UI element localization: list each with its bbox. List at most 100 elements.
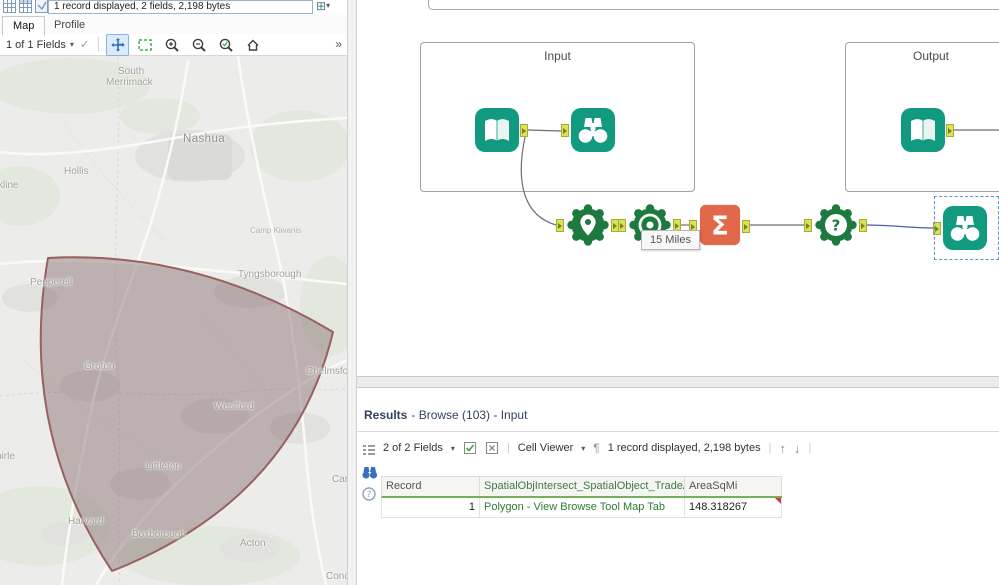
offscreen-container-edge	[428, 0, 999, 10]
zoom-selection-icon	[219, 38, 233, 52]
results-record-info: 1 record displayed, 2,198 bytes	[607, 442, 761, 454]
config-list-icon[interactable]	[361, 442, 377, 458]
apply-check-icon[interactable]: ✓	[80, 38, 89, 51]
browse-tab-bar: Map Profile	[0, 15, 347, 36]
select-marquee-button[interactable]	[133, 34, 156, 56]
tool-output-data[interactable]	[900, 107, 946, 153]
tool-container-input[interactable]: Input	[420, 42, 695, 192]
check-square-icon	[463, 442, 476, 454]
results-fields-dropdown[interactable]: 2 of 2 Fields	[383, 442, 443, 454]
whitespace-toggle-icon[interactable]: ¶	[593, 441, 599, 455]
spatial-pin-icon	[567, 204, 609, 246]
map-toolbar: 1 of 1 Fields ▾ ✓ »	[0, 33, 347, 56]
results-title: Results - Browse (103) - Input	[364, 408, 527, 422]
chevron-down-icon[interactable]: ▾	[451, 444, 455, 453]
input-anchor[interactable]	[804, 219, 812, 232]
output-anchor[interactable]	[742, 220, 750, 233]
table-copy-icon[interactable]	[19, 0, 33, 13]
tool-selection-outline	[934, 196, 999, 260]
zoom-selection-button[interactable]	[214, 34, 237, 56]
toolbar-separator: |	[506, 442, 510, 454]
browse-map-panel: 1 record displayed, 2 fields, 2,198 byte…	[0, 0, 347, 585]
workflow-canvas[interactable]: Input Output Σ ? 15 Miles	[357, 0, 999, 376]
svg-text:?: ?	[367, 490, 372, 500]
deselect-fields-button[interactable]	[485, 441, 499, 455]
browse-binoculars-icon	[571, 108, 615, 152]
svg-text:?: ?	[832, 217, 841, 235]
vertical-splitter[interactable]	[347, 0, 357, 585]
zoom-home-button[interactable]	[241, 34, 264, 56]
table-save-icon[interactable]	[35, 0, 49, 13]
alteryx-designer-window: 1 record displayed, 2 fields, 2,198 byte…	[0, 0, 999, 585]
map-canvas	[0, 56, 347, 585]
browse-anchor-icon[interactable]	[361, 464, 378, 480]
help-circle-icon[interactable]: ?	[361, 486, 377, 502]
chevron-down-icon[interactable]: ▾	[70, 40, 74, 49]
toolbar-separator	[98, 37, 100, 52]
spatial-question-icon: ?	[815, 204, 857, 246]
input-anchor[interactable]	[618, 219, 626, 232]
column-header-record[interactable]: Record	[382, 477, 480, 496]
container-label: Input	[544, 49, 571, 63]
toolbar-overflow-button[interactable]: »	[335, 37, 342, 51]
tool-spatial-process[interactable]: ?	[813, 202, 859, 248]
browse-mini-toolbar: 1 record displayed, 2 fields, 2,198 byte…	[0, 0, 347, 15]
cell-record[interactable]: 1	[382, 498, 480, 517]
horizontal-splitter[interactable]	[357, 376, 999, 388]
fields-dropdown[interactable]: 1 of 1 Fields	[6, 39, 66, 51]
zoom-out-button[interactable]	[187, 34, 210, 56]
output-anchor[interactable]	[859, 219, 867, 232]
cell-area[interactable]: 148.318267	[685, 498, 782, 517]
chevron-down-icon[interactable]: ▾	[581, 444, 585, 453]
container-label: Output	[912, 49, 950, 63]
input-data-book-icon	[475, 108, 519, 152]
table-row: 1 Polygon - View Browse Tool Map Tab 148…	[381, 498, 782, 518]
home-icon	[247, 39, 259, 51]
results-divider	[357, 431, 999, 432]
toolbar-separator: |	[768, 442, 772, 454]
output-anchor[interactable]	[946, 124, 954, 137]
results-title-context: - Browse (103) - Input	[411, 408, 528, 422]
summarize-sigma-icon: Σ	[699, 204, 741, 246]
add-view-button[interactable]: ⊞▾	[316, 0, 330, 13]
results-table: Record SpatialObjIntersect_SpatialObject…	[381, 476, 782, 518]
column-header-areasqmi[interactable]: AreaSqMi	[685, 477, 782, 496]
tool-summarize[interactable]: Σ	[698, 203, 742, 247]
tool-annotation[interactable]: 15 Miles	[641, 230, 700, 250]
zoom-in-icon	[165, 38, 179, 52]
cell-area-value: 148.318267	[689, 501, 748, 513]
cell-viewer-dropdown[interactable]: Cell Viewer	[518, 442, 573, 454]
x-square-icon	[485, 442, 498, 454]
add-icon: ⊞	[316, 0, 327, 13]
input-data-book-icon	[901, 108, 945, 152]
tab-profile[interactable]: Profile	[44, 16, 95, 34]
zoom-in-button[interactable]	[160, 34, 183, 56]
results-title-bold: Results	[364, 408, 408, 422]
svg-text:Σ: Σ	[711, 212, 729, 242]
chevron-down-icon: ▾	[326, 1, 331, 10]
map-view[interactable]: South Merrimack Nashua Hollis kline Camp…	[0, 56, 347, 585]
truncation-marker	[775, 498, 781, 504]
output-anchor[interactable]	[520, 124, 528, 137]
record-count-box: 1 record displayed, 2 fields, 2,198 byte…	[48, 0, 313, 14]
tool-browse-1[interactable]	[570, 107, 616, 153]
results-panel: Results - Browse (103) - Input ? 2 of 2 F…	[357, 388, 999, 585]
pan-tool-button[interactable]	[106, 33, 130, 56]
tab-map[interactable]: Map	[2, 16, 46, 36]
toolbar-separator: |	[808, 442, 812, 454]
input-anchor[interactable]	[561, 124, 569, 137]
scroll-down-button[interactable]: ↓	[794, 441, 801, 456]
results-table-header: Record SpatialObjIntersect_SpatialObject…	[381, 476, 782, 498]
results-toolbar: 2 of 2 Fields ▾ | Cell Viewer ▾ ¶ 1 reco…	[383, 436, 811, 460]
zoom-out-icon	[192, 38, 206, 52]
column-header-spatialobj[interactable]: SpatialObjIntersect_SpatialObject_TradeA…	[480, 477, 685, 496]
cell-spatial-object[interactable]: Polygon - View Browse Tool Map Tab	[480, 498, 685, 517]
scroll-up-button[interactable]: ↑	[779, 441, 786, 456]
dashed-rect-icon	[137, 38, 152, 51]
tool-input-data[interactable]	[474, 107, 520, 153]
select-fields-button[interactable]	[463, 441, 477, 455]
tool-create-points[interactable]	[565, 202, 611, 248]
input-anchor[interactable]	[556, 219, 564, 232]
results-side-rail: ?	[357, 432, 381, 585]
table-grid-icon[interactable]	[3, 0, 17, 13]
